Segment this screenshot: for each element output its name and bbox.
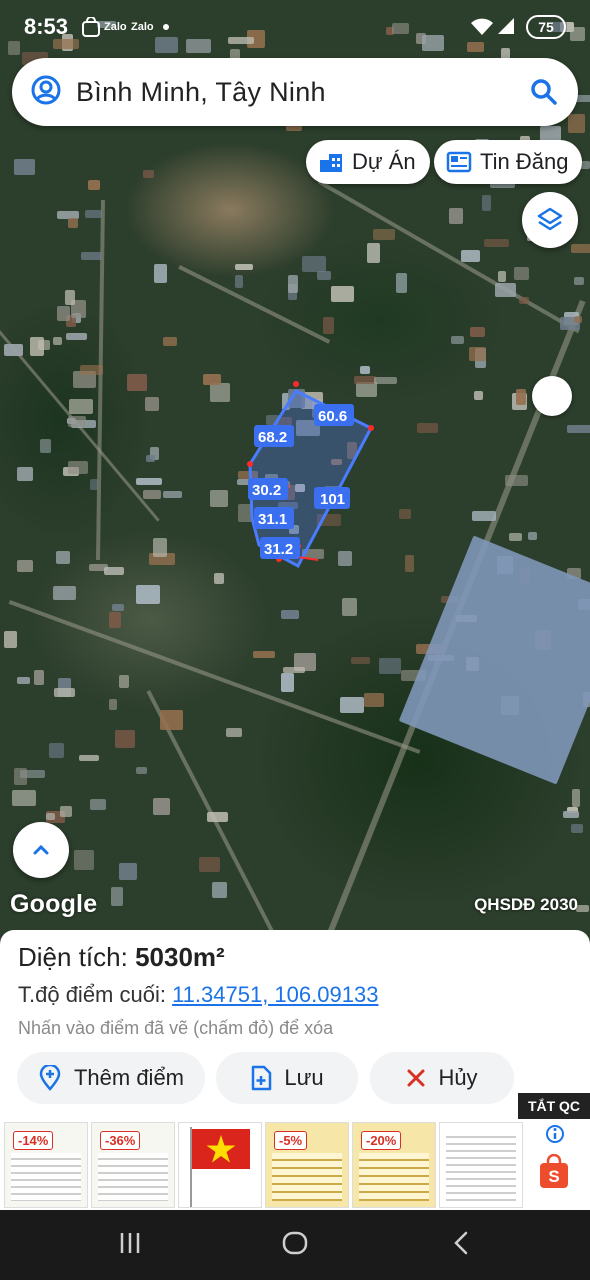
ad-item[interactable]: -5% — [265, 1122, 349, 1208]
close-icon — [407, 1069, 425, 1087]
status-bar: 8:53 Zalo Zalo 75 — [0, 0, 590, 54]
ad-info-icon[interactable] — [545, 1124, 565, 1149]
recent-apps-icon[interactable] — [118, 1230, 142, 1261]
layers-icon — [537, 207, 563, 231]
wifi-icon — [470, 16, 494, 36]
back-icon[interactable] — [452, 1230, 472, 1261]
drag-handle[interactable] — [532, 376, 572, 416]
measure-sheet: Diện tích: 5030m² T.độ điểm cuối: 11.347… — [0, 930, 590, 1120]
discount-badge: -20% — [361, 1131, 402, 1150]
area-row: Diện tích: 5030m² — [18, 942, 225, 973]
coordinate-label: T.độ điểm cuối: — [18, 982, 173, 1007]
zalo-icon: Zalo — [104, 21, 127, 33]
account-icon[interactable] — [30, 74, 62, 111]
vertex-dot[interactable] — [293, 381, 299, 387]
system-nav-bar — [0, 1210, 590, 1280]
search-bar[interactable]: Bình Minh, Tây Ninh — [12, 58, 578, 126]
edge-length-label: 60.6 — [318, 408, 347, 425]
add-point-button[interactable]: Thêm điểm — [17, 1052, 205, 1104]
svg-text:S: S — [548, 1167, 559, 1186]
battery-indicator: 75 — [526, 15, 566, 39]
battery-level: 75 — [538, 19, 554, 35]
shopee-icon[interactable]: S — [538, 1153, 570, 1195]
layers-button[interactable] — [522, 192, 578, 248]
save-label: Lưu — [284, 1065, 324, 1090]
coordinate-row: T.độ điểm cuối: 11.34751, 106.09133 — [18, 982, 378, 1008]
projects-chip[interactable]: Dự Án — [306, 140, 430, 184]
ad-item[interactable]: -20% — [352, 1122, 436, 1208]
cancel-label: Hủy — [438, 1065, 478, 1090]
ad-banner[interactable]: -14% -36% -5% -20% S — [0, 1120, 590, 1210]
overlay-layer-label: QHSDĐ 2030 — [474, 895, 578, 914]
ad-text-texture — [272, 1153, 342, 1201]
ad-item[interactable]: -14% — [4, 1122, 88, 1208]
expand-up-button[interactable] — [13, 822, 69, 878]
ad-text-texture — [359, 1153, 429, 1201]
ad-item[interactable] — [178, 1122, 262, 1208]
clock: 8:53 — [24, 14, 69, 39]
listings-chip[interactable]: Tin Đăng — [434, 140, 583, 184]
projects-chip-label: Dự Án — [352, 149, 416, 174]
ad-item[interactable] — [439, 1122, 523, 1208]
listings-chip-label: Tin Đăng — [480, 149, 569, 174]
ad-text-texture — [98, 1153, 168, 1201]
ad-text-texture — [11, 1153, 81, 1201]
edge-length-label: 31.2 — [264, 541, 293, 558]
vertex-dot[interactable] — [247, 461, 253, 467]
edge-length-label: 101 — [320, 491, 345, 508]
area-label: Diện tích: — [18, 942, 136, 972]
discount-badge: -5% — [274, 1131, 308, 1150]
area-value: 5030m² — [135, 942, 225, 972]
chevron-up-icon — [33, 844, 49, 855]
save-button[interactable]: Lưu — [216, 1052, 358, 1104]
vietnam-flag-icon — [190, 1127, 250, 1207]
newspaper-icon — [446, 151, 472, 173]
home-icon[interactable] — [281, 1230, 309, 1261]
add-location-icon — [39, 1065, 61, 1091]
google-logo: Google — [10, 890, 98, 918]
close-ads-button[interactable]: TẮT QC — [518, 1093, 590, 1119]
ad-item[interactable]: -36% — [91, 1122, 175, 1208]
search-icon[interactable] — [530, 78, 558, 111]
ad-text-texture — [446, 1131, 516, 1201]
add-point-label: Thêm điểm — [73, 1065, 185, 1090]
coordinate-link[interactable]: 11.34751, 106.09133 — [172, 982, 378, 1007]
hint-text: Nhấn vào điểm đã vẽ (chấm đỏ) để xóa — [18, 1018, 334, 1038]
zalo-icon: Zalo — [131, 21, 154, 33]
edge-length-label: 31.1 — [258, 511, 287, 528]
vertex-dot[interactable] — [368, 425, 374, 431]
buildings-icon — [320, 154, 342, 172]
cancel-button[interactable]: Hủy — [370, 1052, 514, 1104]
discount-badge: -14% — [13, 1131, 54, 1150]
dot-icon — [162, 17, 170, 37]
signal-icon — [496, 16, 516, 36]
edge-length-label: 68.2 — [258, 429, 287, 446]
edge-length-label: 30.2 — [252, 482, 281, 499]
discount-badge: -36% — [100, 1131, 141, 1150]
search-query[interactable]: Bình Minh, Tây Ninh — [76, 77, 326, 108]
add-file-icon — [252, 1065, 272, 1091]
shopee-icon — [82, 17, 100, 37]
